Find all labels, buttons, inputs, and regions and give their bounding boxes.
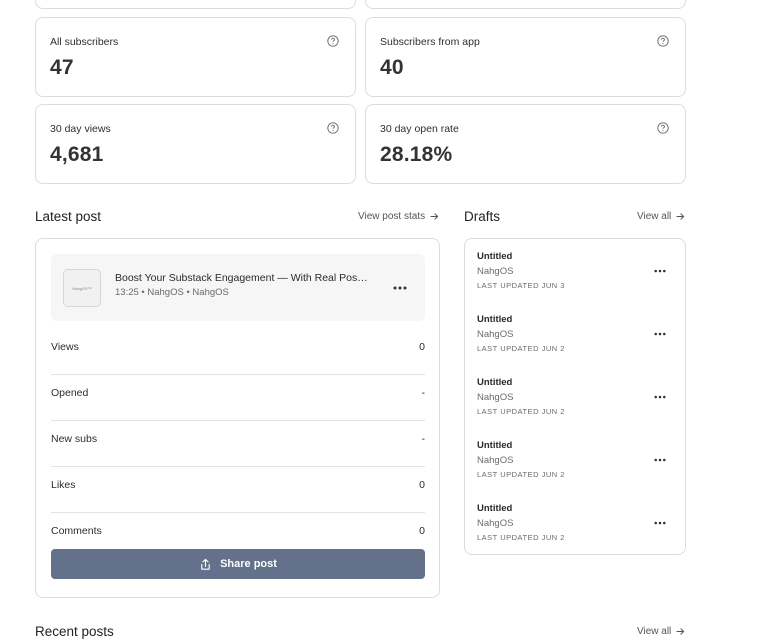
metric-row-likes: Likes 0 — [51, 467, 425, 513]
stat-label: 30 day open rate — [380, 123, 459, 135]
draft-updated: LAST UPDATED JUN 2 — [477, 533, 565, 542]
metric-row-views: Views 0 — [51, 329, 425, 375]
drafts-card: Untitled NahgOS LAST UPDATED JUN 3 Untit… — [464, 238, 686, 555]
draft-author: NahgOS — [477, 329, 514, 340]
latest-post-row[interactable]: NahgOS™ Boost Your Substack Engagement —… — [51, 254, 425, 321]
recent-posts-heading: Recent posts — [35, 624, 114, 639]
latest-post-heading: Latest post — [35, 209, 102, 224]
post-thumbnail-text: NahgOS™ — [72, 285, 92, 291]
share-post-button[interactable]: Share post — [51, 549, 425, 579]
metric-label: New subs — [51, 433, 98, 445]
recent-posts-view-all-link[interactable]: View all — [637, 626, 685, 637]
metric-row-opened: Opened - — [51, 375, 425, 421]
draft-item[interactable]: Untitled NahgOS LAST UPDATED JUN 2 — [477, 314, 677, 364]
more-horizontal-icon[interactable] — [393, 286, 407, 290]
recent-posts-view-all-label: View all — [637, 626, 672, 637]
latest-post-card: NahgOS™ Boost Your Substack Engagement —… — [35, 238, 440, 598]
metric-value: 0 — [419, 525, 425, 537]
post-thumbnail: NahgOS™ — [63, 269, 101, 307]
help-circle-icon[interactable] — [657, 35, 669, 47]
more-horizontal-icon[interactable] — [654, 269, 666, 273]
help-circle-icon[interactable] — [657, 122, 669, 134]
view-post-stats-label: View post stats — [358, 211, 426, 222]
draft-updated: LAST UPDATED JUN 2 — [477, 344, 565, 353]
drafts-heading: Drafts — [464, 209, 501, 224]
more-horizontal-icon[interactable] — [654, 395, 666, 399]
share-post-label: Share post — [220, 558, 277, 570]
metric-label: Comments — [51, 525, 102, 537]
draft-title: Untitled — [477, 440, 513, 451]
stat-label: All subscribers — [50, 36, 119, 48]
stat-card-subscribers-from-app: Subscribers from app 40 — [365, 17, 686, 97]
draft-author: NahgOS — [477, 455, 514, 466]
view-post-stats-link[interactable]: View post stats — [358, 211, 439, 222]
drafts-view-all-label: View all — [637, 211, 672, 222]
more-horizontal-icon[interactable] — [654, 521, 666, 525]
metric-value: 0 — [419, 479, 425, 491]
stat-label: 30 day views — [50, 123, 111, 135]
arrow-right-icon — [430, 213, 439, 220]
more-horizontal-icon[interactable] — [654, 332, 666, 336]
drafts-view-all-link[interactable]: View all — [637, 211, 685, 222]
post-meta: 13:25 • NahgOS • NahgOS — [115, 287, 229, 298]
stat-label: Subscribers from app — [380, 36, 480, 48]
draft-title: Untitled — [477, 314, 513, 325]
stat-card-top-right-partial — [365, 0, 686, 9]
stat-value: 4,681 — [50, 143, 104, 166]
stat-value: 47 — [50, 56, 74, 79]
metric-value: - — [421, 433, 426, 445]
arrow-right-icon — [676, 628, 685, 635]
metric-label: Views — [51, 341, 79, 353]
draft-author: NahgOS — [477, 392, 514, 403]
draft-updated: LAST UPDATED JUN 2 — [477, 470, 565, 479]
metric-value: 0 — [419, 341, 425, 353]
draft-author: NahgOS — [477, 518, 514, 529]
stat-card-all-subscribers: All subscribers 47 — [35, 17, 356, 97]
share-upload-icon — [201, 558, 210, 570]
draft-title: Untitled — [477, 503, 513, 514]
metric-row-new-subs: New subs - — [51, 421, 425, 467]
stat-card-top-left-partial — [35, 0, 356, 9]
stat-card-30-day-views: 30 day views 4,681 — [35, 104, 356, 184]
help-circle-icon[interactable] — [327, 35, 339, 47]
draft-updated: LAST UPDATED JUN 2 — [477, 407, 565, 416]
stat-value: 40 — [380, 56, 404, 79]
metric-label: Likes — [51, 479, 76, 491]
draft-item[interactable]: Untitled NahgOS LAST UPDATED JUN 2 — [477, 503, 677, 553]
stat-value: 28.18% — [380, 143, 453, 166]
help-circle-icon[interactable] — [327, 122, 339, 134]
stat-card-30-day-open-rate: 30 day open rate 28.18% — [365, 104, 686, 184]
metric-value: - — [421, 387, 426, 399]
draft-item[interactable]: Untitled NahgOS LAST UPDATED JUN 3 — [477, 251, 677, 301]
draft-item[interactable]: Untitled NahgOS LAST UPDATED JUN 2 — [477, 377, 677, 427]
arrow-right-icon — [676, 213, 685, 220]
draft-item[interactable]: Untitled NahgOS LAST UPDATED JUN 2 — [477, 440, 677, 490]
more-horizontal-icon[interactable] — [654, 458, 666, 462]
draft-author: NahgOS — [477, 266, 514, 277]
metric-label: Opened — [51, 387, 89, 399]
draft-title: Untitled — [477, 251, 513, 262]
draft-title: Untitled — [477, 377, 513, 388]
post-title[interactable]: Boost Your Substack Engagement — With Re… — [115, 272, 370, 284]
draft-updated: LAST UPDATED JUN 3 — [477, 281, 565, 290]
